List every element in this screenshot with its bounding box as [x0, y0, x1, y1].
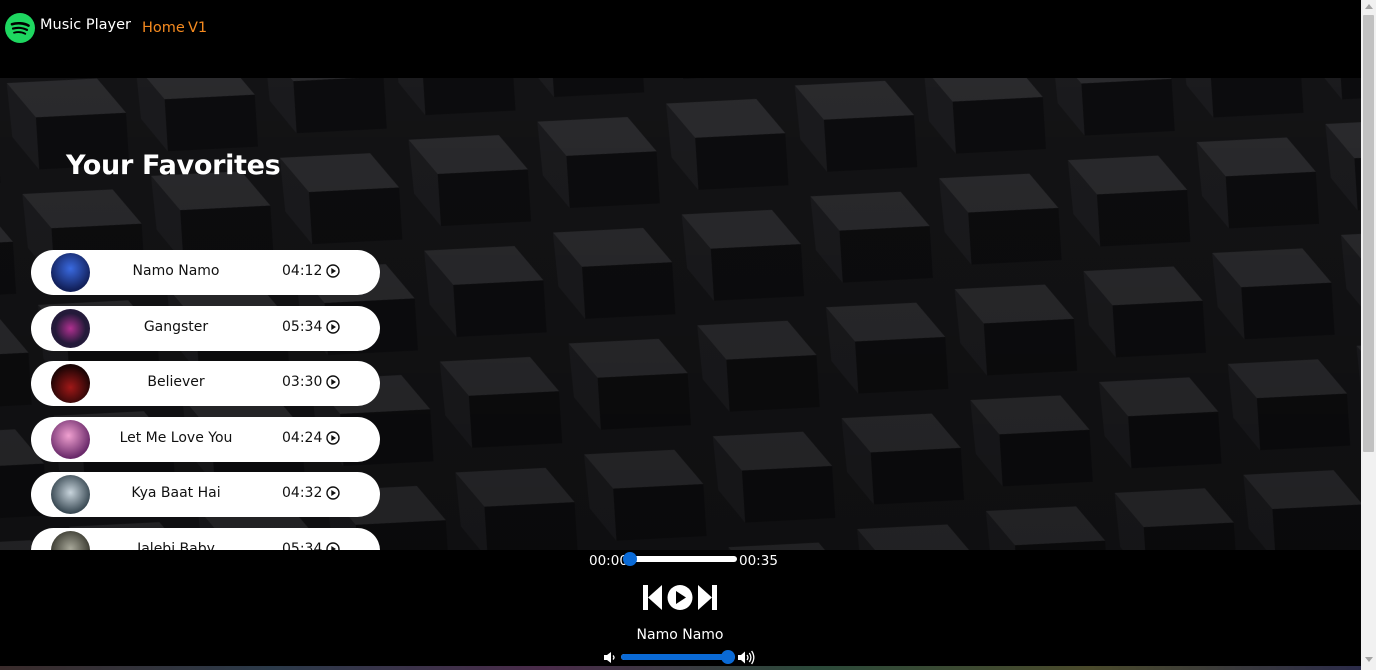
spotify-logo-icon[interactable]: [5, 13, 35, 43]
song-item[interactable]: Namo Namo 04:12: [31, 250, 380, 295]
previous-icon[interactable]: [643, 585, 663, 610]
player-bar: 00:00 00:35 Namo Namo: [0, 550, 1361, 670]
scrollbar-thumb[interactable]: [1363, 15, 1374, 452]
brand-name[interactable]: Music Player: [40, 17, 131, 33]
song-title: Jalebi Baby: [137, 541, 215, 550]
song-cover: [51, 364, 90, 403]
song-duration: 05:34: [282, 319, 323, 335]
volume-level: [621, 654, 729, 660]
page-heading: Your Favorites: [66, 150, 281, 181]
play-circle-icon[interactable]: [326, 431, 340, 445]
song-cover: [51, 531, 90, 550]
play-circle-icon[interactable]: [326, 320, 340, 334]
play-circle-icon[interactable]: [326, 542, 340, 550]
scroll-down-arrow-icon[interactable]: [1365, 657, 1373, 662]
play-icon[interactable]: [663, 585, 697, 610]
nav-link-home[interactable]: Home: [142, 20, 185, 36]
favorites-section: Your Favorites Namo Namo 04:12 Gangster …: [0, 78, 1361, 550]
volume-up-icon[interactable]: [738, 650, 756, 665]
next-icon[interactable]: [697, 585, 717, 610]
song-cover: [51, 475, 90, 514]
play-circle-icon[interactable]: [326, 486, 340, 500]
bottom-strip: [0, 666, 1361, 670]
song-item[interactable]: Believer 03:30: [31, 361, 380, 406]
seek-thumb[interactable]: [623, 552, 637, 566]
total-time: 00:35: [739, 553, 778, 569]
song-title: Kya Baat Hai: [131, 485, 221, 501]
song-cover: [51, 309, 90, 348]
now-playing-title: Namo Namo: [636, 627, 724, 643]
song-duration: 04:32: [282, 485, 323, 501]
song-duration: 05:34: [282, 541, 323, 550]
song-duration: 03:30: [282, 374, 323, 390]
navbar: Music Player Home V1: [0, 0, 1361, 78]
song-item[interactable]: Kya Baat Hai 04:32: [31, 472, 380, 517]
seek-slider[interactable]: [623, 552, 737, 566]
page-scrollbar[interactable]: [1361, 0, 1376, 670]
song-title: Namo Namo: [132, 263, 220, 279]
volume-thumb[interactable]: [721, 650, 736, 664]
song-item[interactable]: Let Me Love You 04:24: [31, 417, 380, 462]
volume-down-icon[interactable]: [604, 651, 617, 664]
song-title: Gangster: [143, 319, 209, 335]
play-circle-icon[interactable]: [326, 375, 340, 389]
song-item[interactable]: Gangster 05:34: [31, 306, 380, 351]
song-cover: [51, 253, 90, 292]
play-circle-icon[interactable]: [326, 264, 340, 278]
song-title: Let Me Love You: [119, 430, 233, 446]
song-item[interactable]: Jalebi Baby 05:34: [31, 528, 380, 550]
song-duration: 04:12: [282, 263, 323, 279]
song-duration: 04:24: [282, 430, 323, 446]
song-cover: [51, 420, 90, 459]
song-title: Believer: [147, 374, 205, 390]
volume-slider[interactable]: [621, 650, 736, 664]
current-time: 00:00: [589, 553, 628, 569]
nav-link-v1[interactable]: V1: [188, 20, 207, 36]
scroll-up-arrow-icon[interactable]: [1365, 4, 1373, 9]
